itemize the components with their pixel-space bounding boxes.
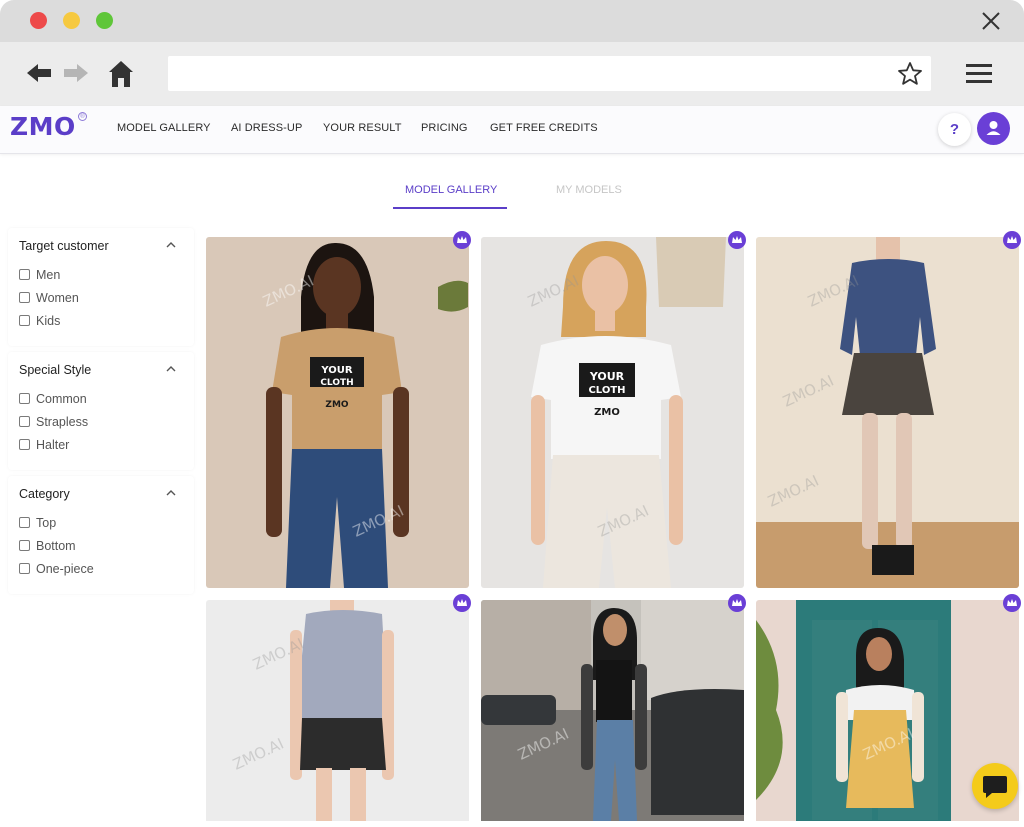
model-card[interactable]: ZMO.AI: [481, 600, 744, 821]
filter-option-men[interactable]: Men: [19, 268, 99, 282]
model-card[interactable]: YOUR CLOTH ZMO ZMO.AI ZMO.AI: [206, 237, 469, 588]
crown-badge: [1003, 231, 1021, 249]
model-photo: ZMO.AI: [481, 600, 744, 821]
model-photo: ZMO.AI ZMO.AI: [206, 600, 469, 821]
filter-panel-target-customer: Target customer Men Women Kids: [8, 228, 194, 346]
tab-model-gallery[interactable]: MODEL GALLERY: [405, 184, 497, 196]
nav-model-gallery[interactable]: MODEL GALLERY: [117, 122, 211, 134]
user-avatar-button[interactable]: [977, 112, 1010, 145]
shirt-print-text: YOUR: [320, 365, 353, 376]
checkbox[interactable]: [19, 315, 30, 326]
chevron-up-icon[interactable]: [166, 366, 176, 372]
filter-panel-special-style: Special Style Common Strapless Halter: [8, 352, 194, 470]
checkbox[interactable]: [19, 292, 30, 303]
shirt-print-text: ZMO: [594, 407, 620, 418]
nav-pricing[interactable]: PRICING: [421, 122, 468, 134]
filter-option-halter[interactable]: Halter: [19, 438, 109, 452]
filter-title: Special Style: [19, 363, 92, 377]
chevron-up-icon[interactable]: [166, 490, 176, 496]
crown-icon: [732, 599, 742, 606]
filter-option-top[interactable]: Top: [19, 516, 109, 530]
crown-badge: [453, 594, 471, 612]
crown-icon: [1007, 599, 1017, 606]
crown-badge: [453, 231, 471, 249]
chevron-up-icon[interactable]: [166, 242, 176, 248]
model-photo: YOUR CLOTH ZMO ZMO.AI ZMO.AI: [206, 237, 469, 588]
shirt-print-text: ZMO: [325, 400, 348, 410]
chat-button[interactable]: [972, 763, 1018, 809]
back-arrow-icon[interactable]: [25, 58, 53, 88]
close-icon[interactable]: [980, 10, 1002, 32]
filter-panel-category: Category Top Bottom One-piece: [8, 476, 194, 594]
checkbox[interactable]: [19, 517, 30, 528]
chat-bubble-icon: [983, 776, 1007, 798]
home-icon[interactable]: [107, 58, 135, 90]
window-titlebar: [0, 0, 1024, 42]
crown-icon: [1007, 236, 1017, 243]
filter-option-common[interactable]: Common: [19, 392, 109, 406]
model-card[interactable]: ZMO.AI ZMO.AI: [206, 600, 469, 821]
crown-icon: [457, 599, 467, 606]
checkbox[interactable]: [19, 269, 30, 280]
model-card[interactable]: YOUR CLOTH ZMO ZMO.AI ZMO.AI: [481, 237, 744, 588]
filter-option-bottom[interactable]: Bottom: [19, 539, 109, 553]
filter-option-kids[interactable]: Kids: [19, 314, 99, 328]
filter-title: Target customer: [19, 239, 109, 253]
user-icon: [986, 121, 1001, 135]
checkbox[interactable]: [19, 393, 30, 404]
crown-badge: [728, 594, 746, 612]
model-photo: YOUR CLOTH ZMO ZMO.AI ZMO.AI: [481, 237, 744, 588]
bookmark-star-icon[interactable]: [897, 61, 923, 87]
filter-title: Category: [19, 487, 70, 501]
window-close-dot[interactable]: [30, 12, 47, 29]
crown-icon: [732, 236, 742, 243]
nav-ai-dress-up[interactable]: AI DRESS-UP: [231, 122, 302, 134]
shirt-print-text: CLOTH: [588, 385, 625, 396]
help-button[interactable]: ?: [938, 113, 971, 146]
filter-option-one-piece[interactable]: One-piece: [19, 562, 109, 576]
crown-icon: [457, 236, 467, 243]
hamburger-menu-icon[interactable]: [965, 62, 993, 86]
filter-option-women[interactable]: Women: [19, 291, 99, 305]
window-maximize-dot[interactable]: [96, 12, 113, 29]
forward-arrow-icon[interactable]: [62, 58, 90, 88]
tab-my-models[interactable]: MY MODELS: [556, 184, 622, 196]
checkbox[interactable]: [19, 563, 30, 574]
shirt-print-text: CLOTH: [320, 378, 353, 388]
model-card[interactable]: ZMO.AI ZMO.AI ZMO.AI: [756, 237, 1019, 588]
window-minimize-dot[interactable]: [63, 12, 80, 29]
nav-your-result[interactable]: YOUR RESULT: [323, 122, 402, 134]
shirt-print-text: YOUR: [589, 370, 625, 383]
checkbox[interactable]: [19, 540, 30, 551]
registered-mark: ®: [78, 112, 87, 121]
checkbox[interactable]: [19, 439, 30, 450]
model-photo: ZMO.AI ZMO.AI ZMO.AI: [756, 237, 1019, 588]
active-tab-indicator: [393, 207, 507, 209]
address-bar[interactable]: [168, 56, 931, 91]
crown-badge: [728, 231, 746, 249]
checkbox[interactable]: [19, 416, 30, 427]
filter-option-strapless[interactable]: Strapless: [19, 415, 109, 429]
crown-badge: [1003, 594, 1021, 612]
zmo-logo[interactable]: ZMO: [10, 112, 76, 141]
nav-get-free-credits[interactable]: GET FREE CREDITS: [490, 122, 598, 134]
